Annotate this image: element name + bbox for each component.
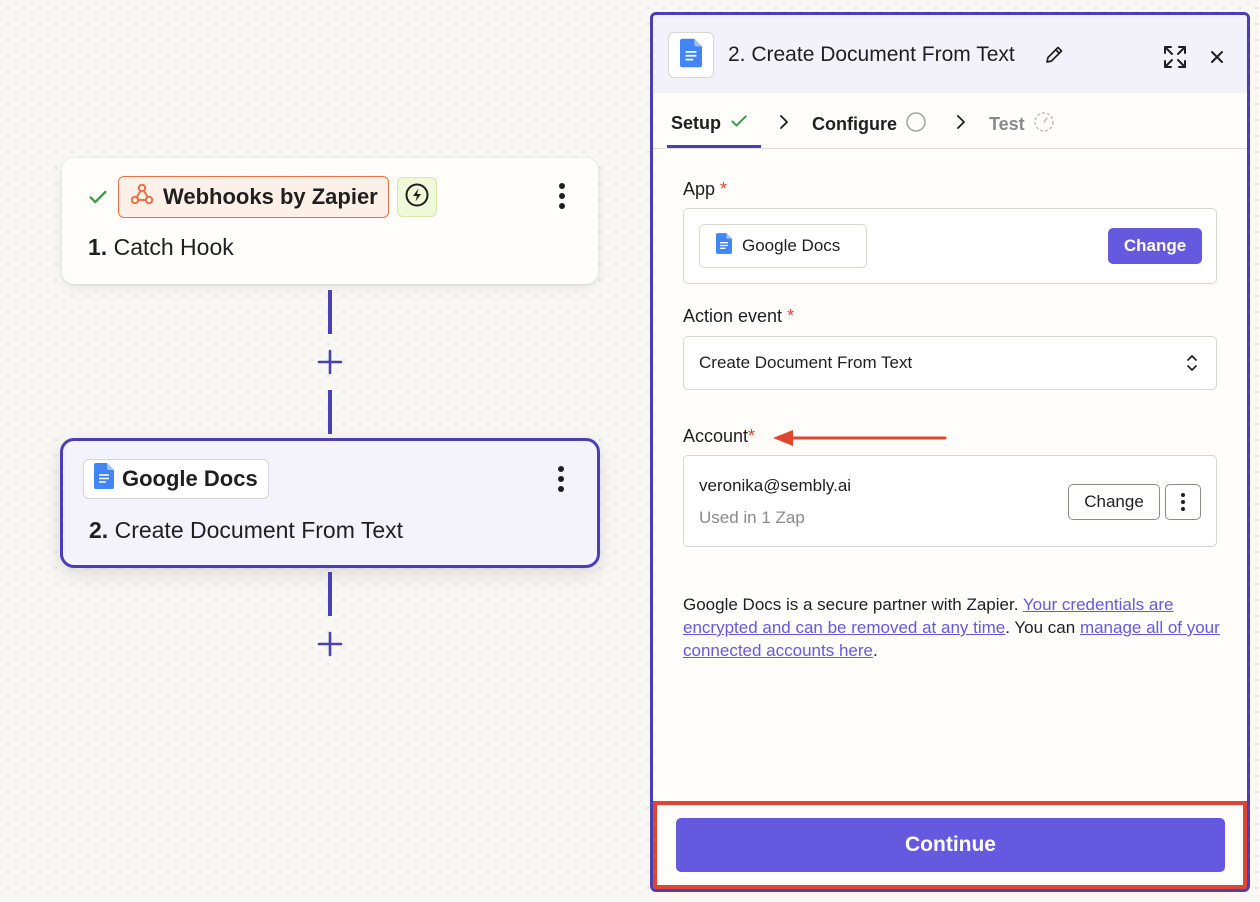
dot: [558, 476, 564, 482]
chevron-up-down-icon: [1187, 355, 1197, 371]
instant-trigger-badge: [396, 177, 437, 217]
panel-header: 2. Create Document From Text: [653, 15, 1247, 93]
active-tab-indicator: [667, 145, 761, 148]
account-label: Account*: [683, 426, 755, 447]
google-docs-icon: [680, 38, 702, 73]
account-more-button[interactable]: [1165, 484, 1201, 520]
step-title: 1. Catch Hook: [88, 234, 234, 261]
step-tabs: Setup Configure Test: [653, 93, 1247, 149]
plus-icon: [317, 631, 343, 657]
tab-label: Setup: [671, 113, 722, 133]
dot: [558, 466, 564, 472]
change-app-button[interactable]: Change: [1108, 228, 1202, 264]
required-mark: *: [787, 306, 795, 326]
dot: [1181, 500, 1185, 504]
tab-label: Configure: [812, 114, 897, 134]
circle-icon: [905, 111, 927, 138]
check-icon: [86, 185, 110, 209]
account-email: veronika@sembly.ai: [699, 476, 852, 495]
app-chip-label: Google Docs: [742, 236, 841, 255]
step-card-header: Webhooks by Zapier: [86, 176, 437, 218]
label-text: Account: [683, 426, 749, 446]
select-value: Create Document From Text: [699, 353, 913, 372]
continue-button[interactable]: Continue: [676, 818, 1225, 872]
note-text: Google Docs is a secure partner with Zap…: [683, 595, 1023, 614]
app-icon-box: [668, 32, 714, 78]
dot: [559, 193, 565, 199]
timer-icon: [1033, 111, 1055, 138]
check-icon: [729, 111, 749, 136]
tab-configure[interactable]: Configure: [812, 111, 927, 138]
tab-label: Test: [989, 114, 1025, 134]
app-field: Google Docs Change: [683, 208, 1217, 284]
action-event-select[interactable]: Create Document From Text: [683, 336, 1217, 390]
step-card-header: Google Docs: [83, 459, 269, 499]
pencil-icon[interactable]: [1043, 44, 1065, 66]
app-field-label: App *: [683, 179, 727, 200]
expand-icon[interactable]: [1161, 43, 1189, 71]
app-name: Webhooks by Zapier: [163, 184, 378, 209]
note-text: . You can: [1005, 618, 1080, 637]
step-title: 2. Create Document From Text: [89, 517, 403, 544]
label-text: Action event: [683, 306, 783, 326]
app-badge-google-docs: Google Docs: [83, 459, 269, 499]
label-text: App: [683, 179, 716, 199]
chevron-right-icon: [780, 115, 788, 129]
action-event-label: Action event *: [683, 306, 794, 327]
plus-icon: [317, 349, 343, 375]
bolt-icon: [404, 182, 430, 213]
panel-title: 2. Create Document From Text: [728, 43, 1015, 66]
account-field: veronika@sembly.ai Used in 1 Zap Change: [683, 455, 1217, 547]
dot: [1181, 507, 1185, 511]
partner-note: Google Docs is a secure partner with Zap…: [683, 593, 1223, 662]
step-name: Catch Hook: [113, 234, 234, 260]
dot: [558, 486, 564, 492]
connector-line: [328, 290, 332, 334]
dot: [1181, 493, 1185, 497]
tab-test[interactable]: Test: [989, 111, 1055, 138]
note-text: .: [872, 641, 878, 660]
step-name: Create Document From Text: [114, 517, 404, 543]
connector-line: [328, 572, 332, 616]
chevron-right-icon: [957, 115, 965, 129]
app-badge-webhooks: Webhooks by Zapier: [118, 176, 389, 218]
account-usage: Used in 1 Zap: [699, 508, 805, 527]
step-menu-button[interactable]: [552, 180, 572, 212]
connector-line: [328, 390, 332, 434]
change-account-button[interactable]: Change: [1068, 484, 1160, 520]
annotation-arrow-icon: [773, 430, 947, 446]
step-card-create-document[interactable]: Google Docs 2. Create Document From Text: [60, 438, 600, 568]
add-step-button[interactable]: [316, 348, 344, 376]
step-editor-panel: 2. Create Document From Text Setup Confi…: [650, 12, 1250, 892]
step-menu-button[interactable]: [551, 463, 571, 495]
step-card-catch-hook[interactable]: Webhooks by Zapier 1. Catch Hook: [62, 158, 598, 284]
close-icon[interactable]: [1205, 45, 1229, 69]
webhook-icon: [129, 181, 155, 213]
step-number: 2.: [89, 517, 109, 543]
required-mark: *: [748, 426, 756, 446]
dot: [559, 183, 565, 189]
tab-setup[interactable]: Setup: [671, 111, 749, 136]
required-mark: *: [720, 179, 728, 199]
dot: [559, 203, 565, 209]
google-docs-icon: [94, 463, 114, 495]
add-step-button[interactable]: [316, 630, 344, 658]
step-number: 1.: [88, 234, 108, 260]
selected-app-chip[interactable]: Google Docs: [699, 224, 867, 268]
google-docs-icon: [716, 233, 732, 259]
app-name: Google Docs: [122, 466, 258, 491]
